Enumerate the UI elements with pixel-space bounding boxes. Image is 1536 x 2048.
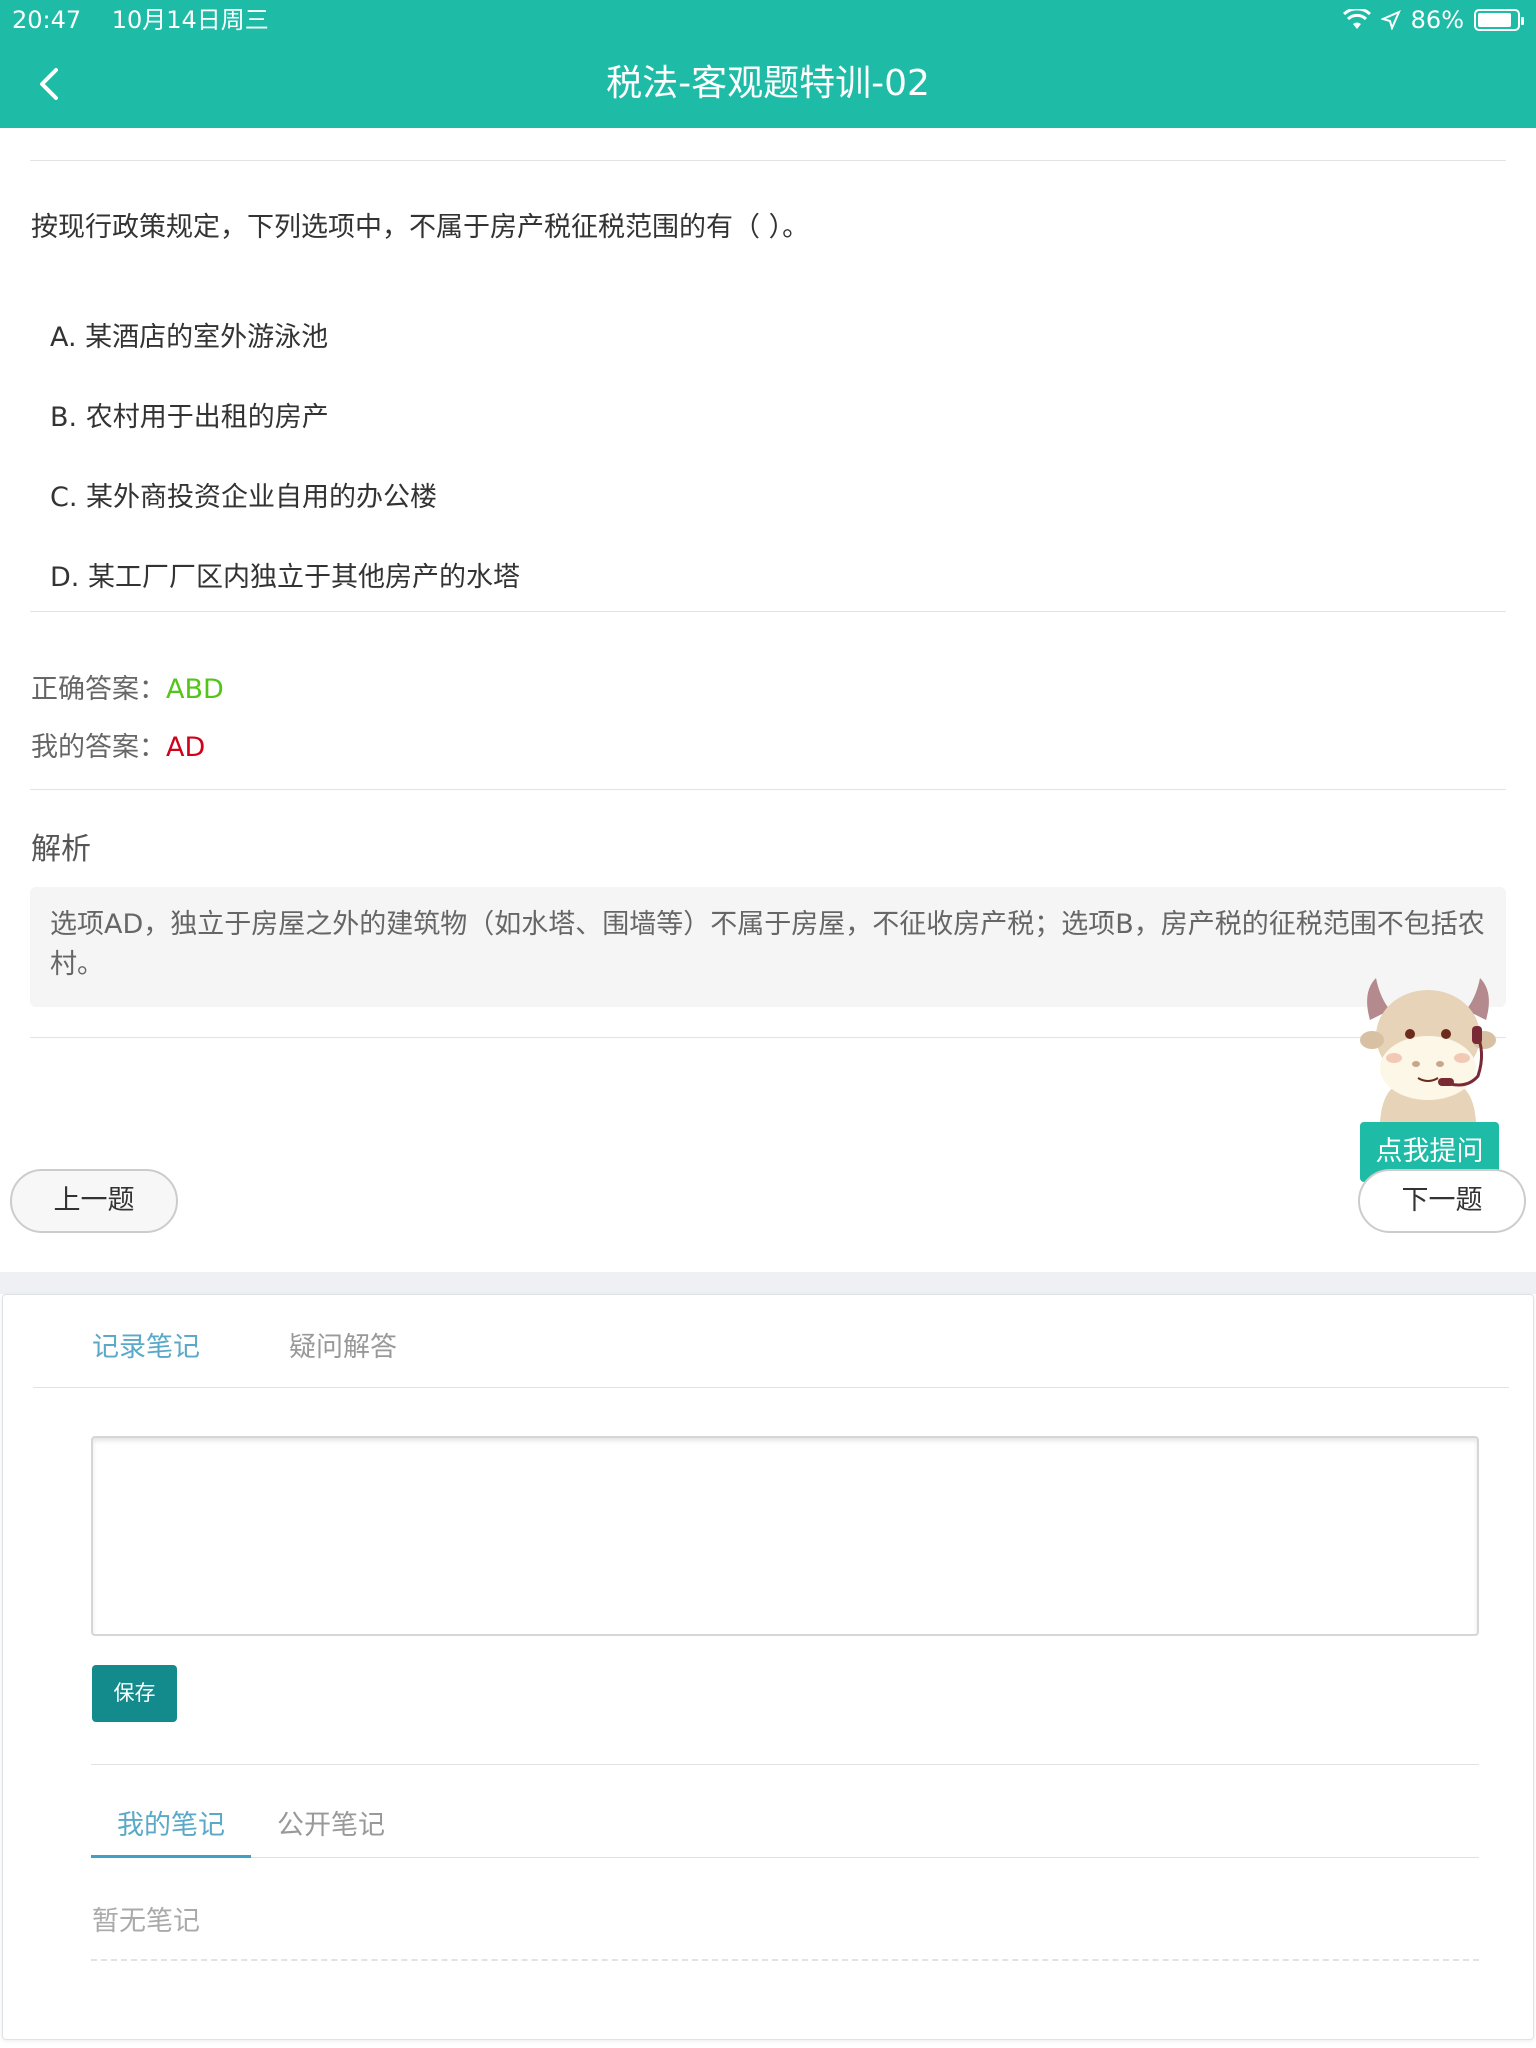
dashed-divider: [91, 1959, 1479, 1961]
cow-mascot-icon[interactable]: [1358, 972, 1498, 1122]
empty-notes-text: 暂无笔记: [92, 1906, 200, 1937]
option-d[interactable]: D. 某工厂厂区内独立于其他房产的水塔: [50, 555, 520, 594]
save-button[interactable]: 保存: [92, 1665, 177, 1722]
next-question-button[interactable]: 下一题: [1358, 1169, 1526, 1233]
page-title: 税法-客观题特训-02: [606, 63, 930, 104]
divider: [30, 611, 1506, 612]
notes-panel: 记录笔记 疑问解答 保存 我的笔记 公开笔记 暂无笔记: [2, 1294, 1534, 2040]
question-text: 按现行政策规定，下列选项中，不属于房产税征税范围的有（ ）。: [31, 212, 810, 243]
divider: [91, 1764, 1479, 1765]
status-date: 10月14日周三: [111, 6, 269, 34]
divider: [30, 789, 1506, 790]
section-gap: [0, 1272, 1536, 1294]
tab-qa[interactable]: 疑问解答: [289, 1325, 397, 1364]
my-answer-value: AD: [166, 732, 206, 763]
analysis-title: 解析: [31, 832, 91, 867]
option-c[interactable]: C. 某外商投资企业自用的办公楼: [50, 475, 437, 514]
divider: [30, 1037, 1506, 1038]
tab-record-notes[interactable]: 记录笔记: [92, 1325, 200, 1364]
prev-question-button[interactable]: 上一题: [10, 1169, 178, 1233]
option-b[interactable]: B. 农村用于出租的房产: [50, 395, 329, 434]
correct-answer-label: 正确答案：: [31, 674, 166, 705]
analysis-text: 选项AD，独立于房屋之外的建筑物（如水塔、围墙等）不属于房屋，不征收房产税；选项…: [30, 887, 1506, 1007]
divider: [91, 1857, 1479, 1858]
note-input[interactable]: [91, 1436, 1479, 1636]
tab-my-notes[interactable]: 我的笔记: [117, 1803, 225, 1842]
nav-bar: 税法-客观题特训-02: [0, 40, 1536, 128]
top-bar: 20:47 10月14日周三 86% 税法-客观题特训-02: [0, 0, 1536, 128]
battery-percent: 86%: [1410, 6, 1464, 34]
my-answer-row: 我的答案：AD: [31, 725, 205, 764]
my-answer-label: 我的答案：: [31, 732, 166, 763]
status-time: 20:47: [12, 6, 82, 34]
active-subtab-indicator: [91, 1855, 251, 1858]
tab-public-notes[interactable]: 公开笔记: [277, 1803, 385, 1842]
divider: [33, 1387, 1509, 1388]
status-bar: 20:47 10月14日周三 86%: [0, 0, 1536, 40]
wifi-icon: [1342, 9, 1371, 29]
location-icon: [1380, 10, 1401, 30]
divider: [30, 160, 1506, 161]
correct-answer-row: 正确答案：ABD: [31, 667, 224, 706]
option-a[interactable]: A. 某酒店的室外游泳池: [50, 315, 328, 354]
correct-answer-value: ABD: [166, 674, 224, 705]
status-right: 86%: [1342, 0, 1524, 40]
status-time-date: 20:47 10月14日周三: [12, 0, 269, 40]
battery-icon: [1474, 9, 1524, 31]
